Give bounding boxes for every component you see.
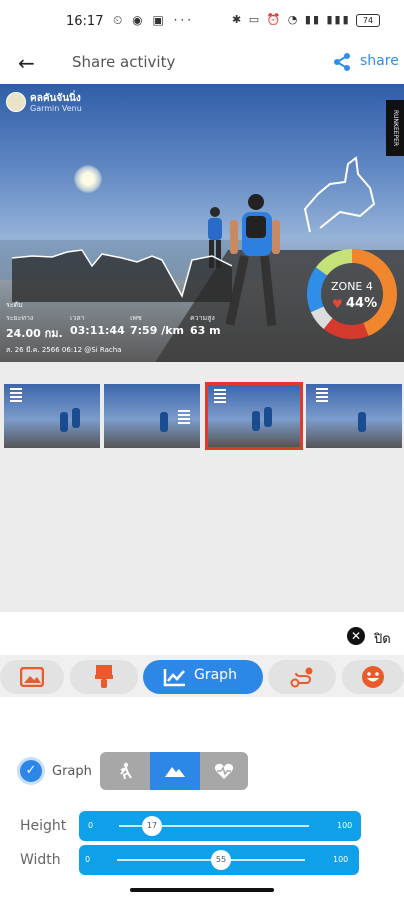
status-bar: 16:17 ⏲ ◉ ▣ ··· ✱ ▭ ⏰ ◔ ▮▮ ▮▮▮ 74 — [0, 0, 404, 40]
paint-brush-icon — [95, 665, 113, 688]
width-slider[interactable]: 0 55 100 — [79, 845, 359, 875]
width-label: Width — [20, 852, 61, 868]
share-icon[interactable] — [332, 52, 352, 72]
template-thumbnails — [0, 382, 404, 452]
chart-label: ระดับ — [6, 301, 23, 309]
height-max: 100 — [337, 821, 353, 830]
page-title: Share activity — [72, 53, 176, 71]
template-thumbnail[interactable] — [104, 384, 200, 448]
stat-distance-value: 24.00 กม. — [6, 327, 63, 340]
tab-style[interactable] — [70, 660, 138, 694]
stat-distance-label: ระยะทาง — [6, 314, 34, 322]
graph-checkbox-label: Graph — [52, 764, 92, 779]
width-min: 0 — [85, 855, 91, 864]
height-label: Height — [20, 818, 67, 834]
route-map — [303, 156, 376, 233]
height-slider[interactable]: 0 17 100 — [79, 811, 361, 841]
battery-icon: 74 — [356, 14, 380, 27]
stat-time-label: เวลา — [70, 314, 85, 322]
image-icon — [20, 667, 44, 687]
close-icon[interactable]: ✕ — [347, 627, 365, 645]
height-knob[interactable]: 17 — [142, 816, 162, 836]
graph-checkbox[interactable]: ✓ — [20, 760, 42, 782]
stat-elevation-value: 63 m — [190, 324, 221, 337]
stat-time-value: 03:11:44 — [70, 324, 125, 337]
tab-graph-label: Graph — [194, 667, 237, 683]
tab-image[interactable] — [0, 660, 64, 694]
sun — [74, 165, 102, 193]
side-badge: RUNKEEPER — [386, 100, 404, 156]
status-time: 16:17 — [66, 14, 104, 29]
mountain-icon — [165, 767, 185, 777]
heart-rate-icon — [214, 763, 234, 779]
graph-type-elevation-button[interactable] — [150, 752, 200, 790]
width-max: 100 — [333, 855, 349, 864]
graph-type-pace-button[interactable] — [100, 752, 150, 790]
device-name: Garmin Venu — [30, 104, 82, 113]
template-thumbnail-selected[interactable] — [205, 382, 303, 450]
runner-figure-front — [226, 194, 280, 327]
height-min: 0 — [88, 821, 94, 830]
zone-title: ZONE 4 — [331, 280, 373, 293]
elevation-graph — [12, 249, 232, 302]
share-button[interactable]: share — [360, 53, 399, 69]
tab-sticker[interactable] — [342, 660, 404, 694]
chart-icon — [163, 669, 185, 687]
route-icon — [290, 667, 313, 688]
close-label[interactable]: ปิด — [374, 628, 391, 649]
activity-date: ส. 26 มี.ค. 2566 06:12 @Si Racha — [6, 346, 122, 354]
template-thumbnail[interactable] — [4, 384, 100, 448]
stat-pace-value: 7:59 /km — [130, 324, 184, 337]
back-arrow-icon[interactable]: ← — [18, 51, 35, 75]
heart-icon: ♥ — [332, 297, 343, 311]
stat-elevation-label: ความสูง — [190, 314, 215, 322]
runner-icon — [120, 762, 132, 780]
system-icons: ✱ ▭ ⏰ ◔ ▮▮ ▮▮▮ — [232, 13, 351, 26]
tab-route[interactable] — [268, 660, 336, 694]
width-knob[interactable]: 55 — [211, 850, 231, 870]
stat-pace-label: เพซ — [130, 314, 142, 322]
home-indicator — [130, 888, 274, 892]
graph-type-heart-rate-button[interactable] — [200, 752, 248, 790]
notification-icons: ⏲ ◉ ▣ ··· — [113, 13, 195, 27]
template-thumbnail[interactable] — [306, 384, 402, 448]
smiley-icon — [362, 666, 384, 688]
zone-percent: 44% — [346, 296, 378, 311]
avatar — [6, 92, 26, 112]
heart-zone-ring — [307, 249, 397, 339]
